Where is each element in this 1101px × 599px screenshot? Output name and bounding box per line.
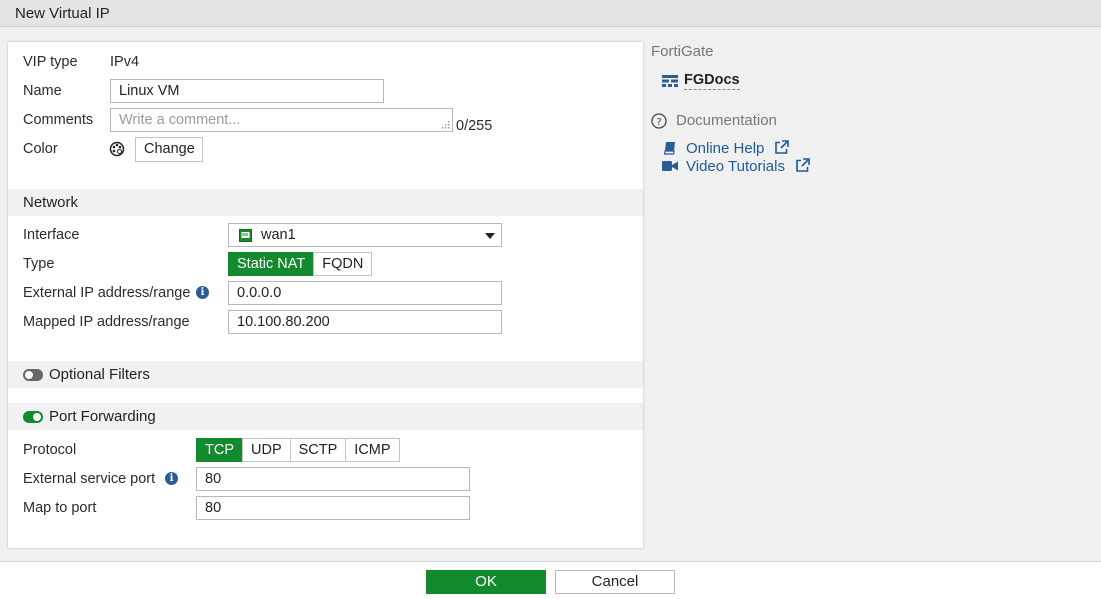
- protocol-option-sctp[interactable]: SCTP: [289, 438, 347, 462]
- name-label: Name: [23, 83, 62, 99]
- external-link-icon[interactable]: [795, 158, 810, 173]
- comments-placeholder: Write a comment...: [119, 112, 241, 128]
- video-tutorials-link[interactable]: Video Tutorials: [686, 158, 785, 175]
- optional-filters-title: Optional Filters: [49, 366, 150, 383]
- comments-counter: 0/255: [456, 118, 493, 134]
- color-change-button[interactable]: Change: [135, 137, 203, 162]
- svg-text:?: ?: [656, 117, 661, 128]
- network-section-title: Network: [23, 194, 79, 211]
- help-circle-icon: ?: [651, 113, 667, 129]
- external-port-input[interactable]: 80: [196, 467, 470, 491]
- type-segmented-control: Static NAT FQDN: [228, 252, 373, 276]
- chevron-down-icon: [485, 233, 495, 239]
- interface-value: wan1: [261, 227, 296, 243]
- info-icon[interactable]: i: [165, 472, 178, 485]
- mapped-ip-input[interactable]: 10.100.80.200: [228, 310, 502, 334]
- online-help-link[interactable]: Online Help: [686, 140, 764, 157]
- optional-filters-toggle[interactable]: [23, 369, 43, 381]
- type-option-static-nat[interactable]: Static NAT: [228, 252, 315, 276]
- dialog-footer: OK Cancel: [0, 561, 1101, 599]
- ok-button[interactable]: OK: [426, 570, 546, 594]
- port-icon: [239, 229, 252, 242]
- window-title: New Virtual IP: [15, 5, 110, 22]
- palette-icon: [109, 141, 125, 157]
- resize-handle-icon[interactable]: [442, 121, 450, 129]
- name-input[interactable]: Linux VM: [110, 79, 384, 103]
- map-to-port-input[interactable]: 80: [196, 496, 470, 520]
- info-icon[interactable]: i: [196, 286, 209, 299]
- external-ip-input[interactable]: 0.0.0.0: [228, 281, 502, 305]
- color-label: Color: [23, 141, 58, 157]
- video-camera-icon: [662, 161, 678, 171]
- port-forwarding-toggle[interactable]: [23, 411, 43, 423]
- protocol-segmented-control: TCP UDP SCTP ICMP: [196, 438, 400, 462]
- cancel-button[interactable]: Cancel: [555, 570, 675, 594]
- protocol-option-icmp[interactable]: ICMP: [345, 438, 400, 462]
- mapped-ip-label: Mapped IP address/range: [23, 314, 190, 330]
- external-ip-label: External IP address/range: [23, 285, 191, 301]
- vip-type-value: IPv4: [110, 54, 140, 70]
- interface-label: Interface: [23, 227, 80, 243]
- type-label: Type: [23, 256, 55, 272]
- comments-textarea[interactable]: Write a comment...: [110, 108, 453, 132]
- vip-form-panel: VIP type IPv4 Name Linux VM Comments Wri…: [8, 42, 643, 548]
- port-forwarding-title: Port Forwarding: [49, 408, 156, 425]
- type-option-fqdn[interactable]: FQDN: [313, 252, 373, 276]
- vip-type-label: VIP type: [23, 54, 78, 70]
- external-link-icon[interactable]: [774, 140, 789, 155]
- documentation-header: Documentation: [676, 112, 777, 129]
- network-section-header: Network: [8, 189, 643, 216]
- device-header: FortiGate: [651, 43, 714, 60]
- interface-select[interactable]: wan1: [228, 223, 502, 247]
- window-titlebar: New Virtual IP: [0, 0, 1101, 27]
- external-port-label: External service port: [23, 471, 156, 487]
- protocol-option-udp[interactable]: UDP: [242, 438, 291, 462]
- fortigate-device-icon: [662, 75, 678, 87]
- book-icon: [663, 142, 675, 155]
- comments-label: Comments: [23, 112, 94, 128]
- protocol-label: Protocol: [23, 442, 77, 458]
- map-to-port-label: Map to port: [23, 500, 97, 516]
- optional-filters-header[interactable]: Optional Filters: [8, 361, 643, 388]
- device-name-link[interactable]: FGDocs: [684, 72, 740, 90]
- protocol-option-tcp[interactable]: TCP: [196, 438, 243, 462]
- port-forwarding-header[interactable]: Port Forwarding: [8, 403, 643, 430]
